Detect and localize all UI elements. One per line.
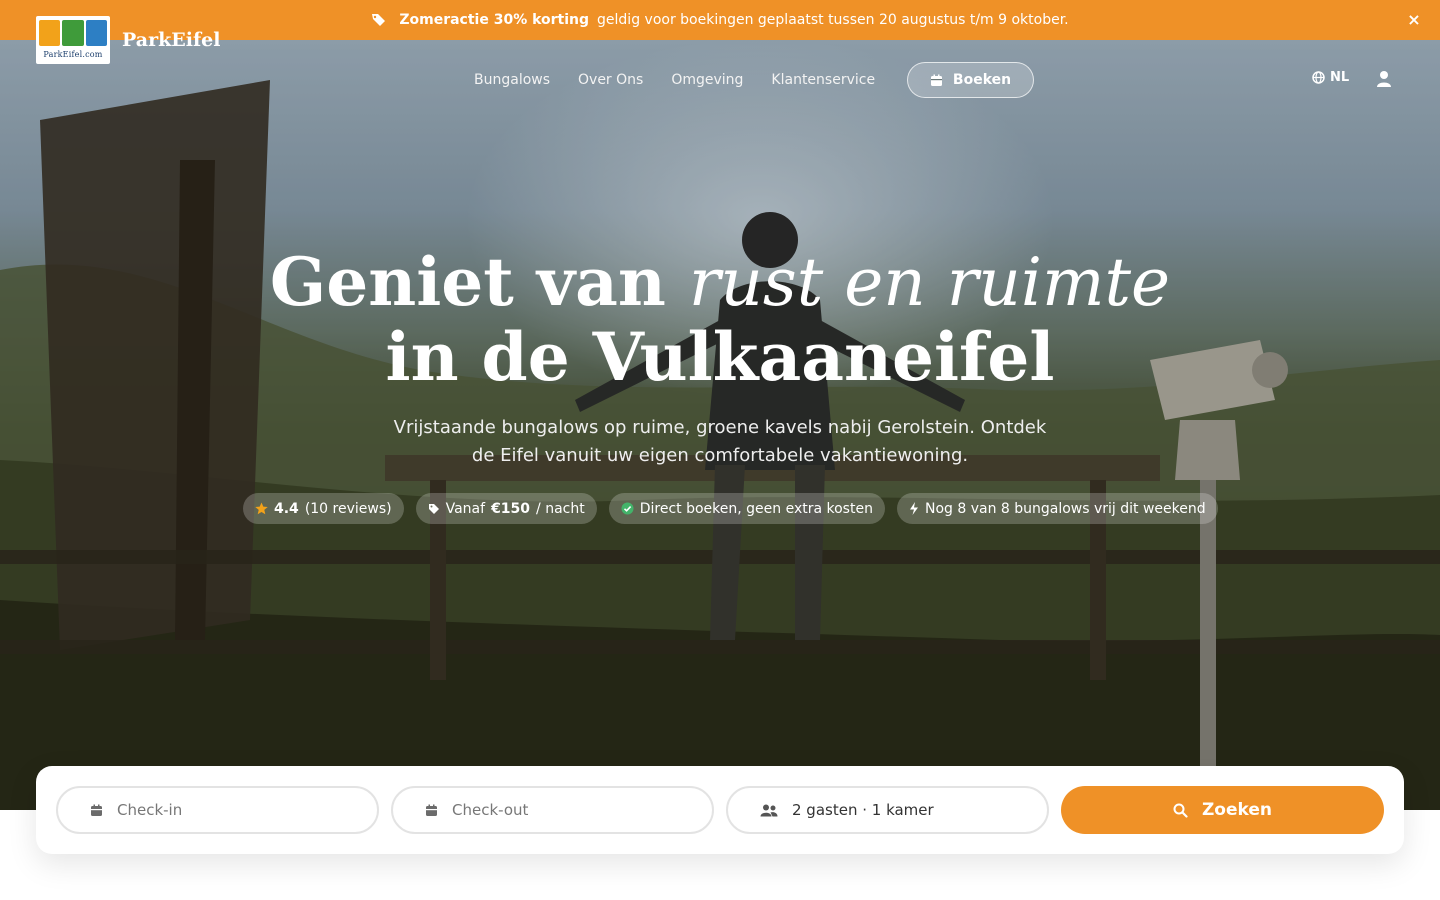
star-icon (255, 502, 268, 515)
globe-icon (1312, 71, 1325, 84)
close-icon[interactable]: × (1404, 10, 1424, 30)
nav-item-klantenservice[interactable]: Klantenservice (771, 72, 875, 88)
booking-note: Direct boeken, geen extra kosten (639, 500, 873, 517)
check-circle-icon (621, 502, 634, 515)
price-suffix: / nacht (536, 500, 585, 517)
tag-icon (372, 14, 386, 26)
language-label: NL (1330, 70, 1350, 85)
search-icon (1173, 803, 1188, 818)
user-icon[interactable] (1376, 70, 1392, 88)
price-value: €150 (491, 500, 531, 517)
language-switcher[interactable]: NL (1312, 70, 1349, 85)
nav-item-omgeving[interactable]: Omgeving (671, 72, 743, 88)
guests-value: 2 gasten · 1 kamer (792, 801, 934, 819)
calendar-icon (91, 804, 102, 816)
booking-pill: Direct boeken, geen extra kosten (608, 493, 885, 524)
calendar-icon (930, 74, 942, 86)
book-button-label: Boeken (952, 72, 1012, 88)
price-pill: Vanaf €150 / nacht (415, 493, 597, 524)
tag-icon (428, 503, 439, 514)
main-nav: Bungalows Over Ons Omgeving Klantenservi… (474, 62, 903, 98)
nav-item-bungalows[interactable]: Bungalows (474, 72, 550, 88)
checkin-placeholder: Check-in (117, 801, 183, 819)
checkout-placeholder: Check-out (452, 801, 529, 819)
availability-pill: Nog 8 van 8 bungalows vrij dit weekend (896, 493, 1218, 524)
search-button-label: Zoeken (1201, 800, 1273, 820)
logo-house-icon (39, 20, 61, 46)
checkin-field[interactable]: Check-in (56, 786, 379, 834)
promo-title: Zomeractie 30% korting (399, 12, 590, 28)
hero-highlights: 4.4 (10 reviews) Vanaf €150 / nacht Dire… (243, 493, 1218, 524)
review-count: (10 reviews) (304, 500, 392, 517)
logo-sun-icon (85, 20, 107, 46)
logo-caption: ParkEifel.com (43, 50, 103, 59)
users-icon (760, 804, 778, 816)
hero-subtitle: Vrijstaande bungalows op ruime, groene k… (393, 417, 1047, 466)
search-button[interactable]: Zoeken (1061, 786, 1384, 834)
headline-line2: in de Vulkaaneifel (385, 318, 1055, 396)
calendar-icon (426, 804, 437, 816)
promo-text: geldig voor boekingen geplaatst tussen 2… (597, 12, 1069, 28)
book-button[interactable]: Boeken (907, 62, 1034, 98)
checkout-field[interactable]: Check-out (391, 786, 714, 834)
availability-text: Nog 8 van 8 bungalows vrij dit weekend (924, 500, 1206, 517)
logo-badge: ParkEifel.com (36, 16, 110, 64)
guests-field[interactable]: 2 gasten · 1 kamer (726, 786, 1049, 834)
price-prefix: Vanaf (445, 500, 486, 517)
logo-tree-icon (62, 20, 84, 46)
headline-part1: Geniet van (269, 243, 666, 321)
hero-headline: Geniet van rust en ruimte in de Vulkaane… (0, 245, 1440, 394)
headline-italic: rust en ruimte (688, 244, 1171, 321)
brand-name: ParkEifel (122, 29, 221, 51)
rating-pill: 4.4 (10 reviews) (243, 493, 404, 524)
bolt-icon (909, 502, 918, 515)
nav-item-over-ons[interactable]: Over Ons (578, 72, 643, 88)
rating-value: 4.4 (274, 500, 299, 517)
logo[interactable]: ParkEifel.com ParkEifel (36, 16, 220, 64)
search-card: Check-in Check-out 2 gasten · 1 kamer Zo… (36, 766, 1404, 854)
